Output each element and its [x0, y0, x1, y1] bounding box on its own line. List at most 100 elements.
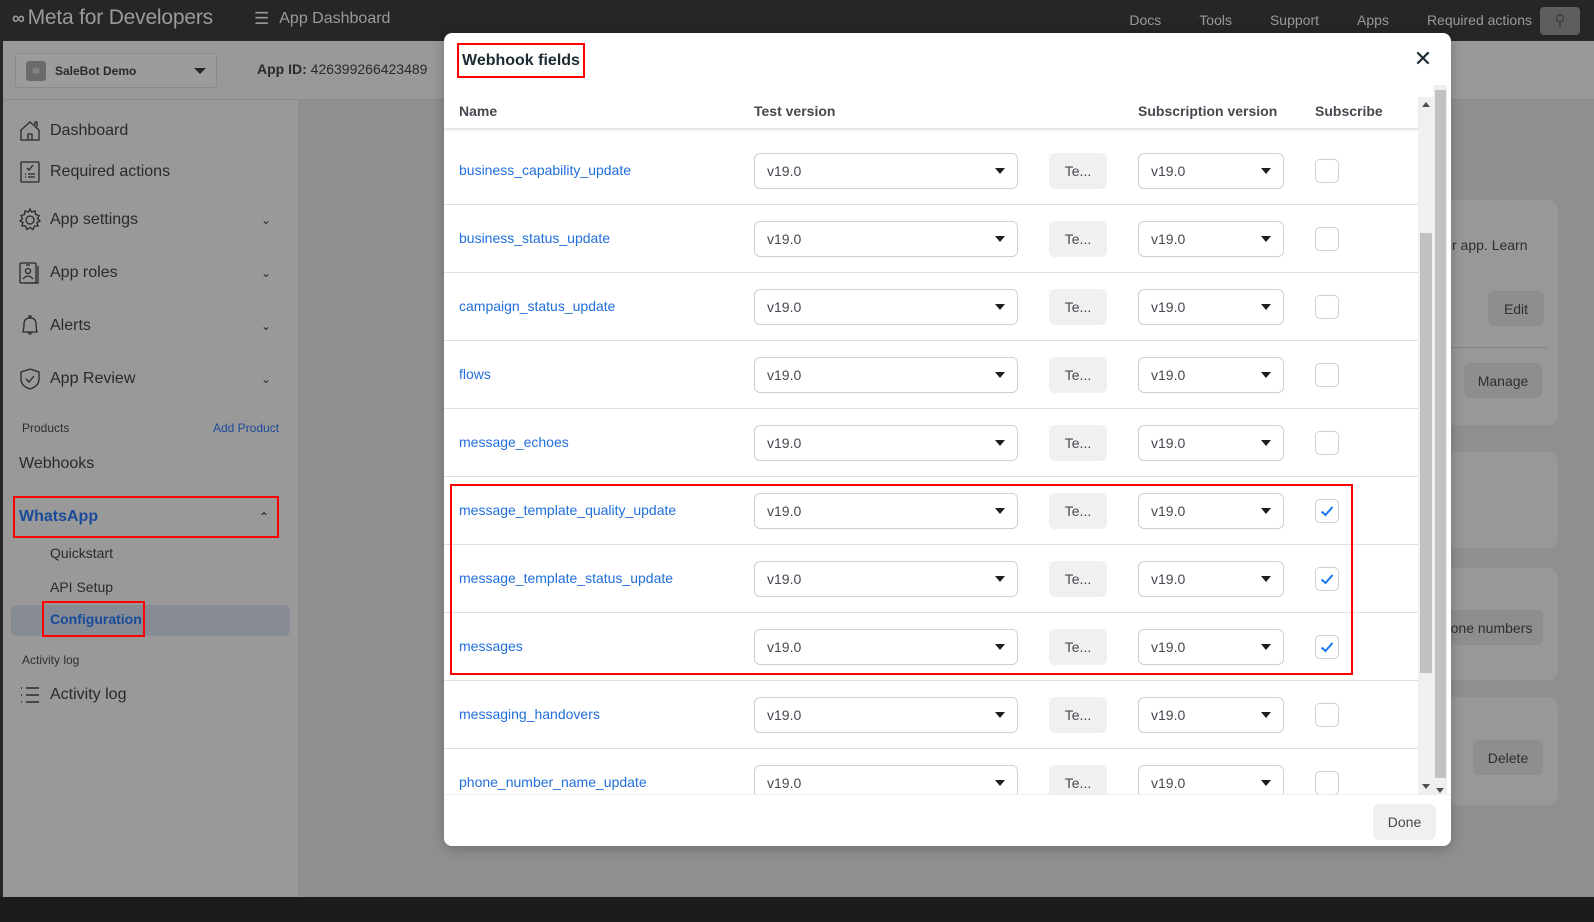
test-version-select[interactable]: v19.0 [754, 493, 1018, 529]
subscription-version-select[interactable]: v19.0 [1138, 357, 1284, 393]
divider [1440, 347, 1548, 348]
subscribe-checkbox[interactable] [1315, 771, 1339, 794]
subscribe-checkbox[interactable] [1315, 227, 1339, 251]
field-name-link[interactable]: messages [459, 638, 523, 654]
done-button[interactable]: Done [1373, 804, 1436, 840]
test-button[interactable]: Te... [1049, 697, 1107, 733]
sidebar-item-app-roles[interactable]: App roles ⌄ [18, 261, 273, 285]
subscription-version-select[interactable]: v19.0 [1138, 289, 1284, 325]
subscription-version-select[interactable]: v19.0 [1138, 493, 1284, 529]
subscription-version-select[interactable]: v19.0 [1138, 697, 1284, 733]
test-version-select[interactable]: v19.0 [754, 629, 1018, 665]
test-version-select[interactable]: v19.0 [754, 765, 1018, 794]
subscription-version-value: v19.0 [1151, 231, 1186, 247]
close-icon[interactable]: ✕ [1411, 47, 1435, 71]
test-button[interactable]: Te... [1049, 289, 1107, 325]
subscription-version-select[interactable]: v19.0 [1138, 765, 1284, 794]
test-button[interactable]: Te... [1049, 153, 1107, 189]
subscribe-checkbox[interactable] [1315, 431, 1339, 455]
subscribe-checkbox[interactable] [1315, 703, 1339, 727]
meta-brand-logo[interactable]: ∞ Meta for Developers [12, 6, 213, 30]
nav-docs[interactable]: Docs [1129, 12, 1161, 28]
sidebar-item-activity-log[interactable]: Activity log [18, 683, 273, 707]
scrollbar-thumb[interactable] [1420, 233, 1432, 673]
sidebar-item-required-actions[interactable]: Required actions [18, 160, 273, 184]
subscribe-checkbox-checked[interactable] [1315, 567, 1339, 591]
field-name-link[interactable]: message_template_quality_update [459, 502, 676, 518]
scroll-down-icon[interactable] [1422, 784, 1430, 789]
sidebar-subitem-configuration[interactable]: Configuration [42, 601, 145, 637]
scroll-up-icon[interactable] [1422, 102, 1430, 107]
subscription-version-select[interactable]: v19.0 [1138, 425, 1284, 461]
sidebar-item-app-review[interactable]: App Review ⌄ [18, 367, 273, 391]
test-button[interactable]: Te... [1049, 357, 1107, 393]
test-version-value: v19.0 [767, 163, 802, 179]
subscription-version-select[interactable]: v19.0 [1138, 221, 1284, 257]
sidebar-item-dashboard[interactable]: Dashboard [18, 119, 273, 143]
test-version-select[interactable]: v19.0 [754, 221, 1018, 257]
sidebar-item-webhooks[interactable]: Webhooks [19, 455, 94, 473]
subscribe-checkbox-checked[interactable] [1315, 635, 1339, 659]
add-product-link[interactable]: Add Product [213, 421, 279, 435]
test-button[interactable]: Te... [1049, 765, 1107, 794]
scrollbar-thumb[interactable] [1435, 90, 1446, 778]
column-header-test-version: Test version [754, 103, 836, 119]
sidebar-item-whatsapp[interactable]: WhatsApp ⌃ [13, 496, 279, 538]
test-button[interactable]: Te... [1049, 493, 1107, 529]
scroll-down-icon[interactable] [1436, 788, 1444, 793]
subscription-version-select[interactable]: v19.0 [1138, 629, 1284, 665]
subscribe-checkbox[interactable] [1315, 363, 1339, 387]
checkmark-icon [1320, 574, 1334, 585]
app-dashboard-menu[interactable]: ☰ App Dashboard [254, 9, 390, 29]
test-button[interactable]: Te... [1049, 629, 1107, 665]
sidebar-item-app-settings[interactable]: App settings ⌄ [18, 208, 273, 232]
nav-required-actions[interactable]: Required actions [1427, 12, 1532, 28]
caret-down-icon [1261, 304, 1271, 310]
test-version-select[interactable]: v19.0 [754, 289, 1018, 325]
manage-button[interactable]: Manage [1464, 363, 1542, 398]
sidebar-subitem-api-setup[interactable]: API Setup [50, 579, 113, 595]
chevron-up-icon: ⌃ [258, 510, 269, 524]
phone-numbers-button[interactable]: one numbers [1440, 610, 1543, 645]
webhook-field-row: messages v19.0 Te... v19.0 [444, 613, 1418, 681]
test-version-select[interactable]: v19.0 [754, 561, 1018, 597]
field-name-link[interactable]: flows [459, 366, 491, 382]
column-header-name: Name [459, 103, 498, 119]
field-name-link[interactable]: message_template_status_update [459, 570, 673, 586]
test-version-select[interactable]: v19.0 [754, 425, 1018, 461]
subscribe-checkbox-checked[interactable] [1315, 499, 1339, 523]
meta-infinity-icon: ∞ [12, 7, 25, 28]
test-version-select[interactable]: v19.0 [754, 357, 1018, 393]
app-selector[interactable]: ⚛ SaleBot Demo [15, 53, 217, 88]
table-header: Name Test version Subscription version S… [444, 95, 1418, 130]
subscription-version-select[interactable]: v19.0 [1138, 153, 1284, 189]
nav-tools[interactable]: Tools [1199, 12, 1232, 28]
sidebar-item-alerts[interactable]: Alerts ⌄ [18, 314, 273, 338]
chevron-down-icon: ⌄ [260, 266, 272, 280]
test-version-value: v19.0 [767, 231, 802, 247]
field-name-link[interactable]: phone_number_name_update [459, 774, 647, 790]
field-name-link[interactable]: message_echoes [459, 434, 569, 450]
list-scrollbar[interactable] [1418, 97, 1433, 794]
field-name-link[interactable]: business_capability_update [459, 162, 631, 178]
test-version-select[interactable]: v19.0 [754, 153, 1018, 189]
nav-apps[interactable]: Apps [1357, 12, 1389, 28]
sidebar-subitem-quickstart[interactable]: Quickstart [50, 545, 113, 561]
delete-button[interactable]: Delete [1473, 740, 1543, 775]
test-button[interactable]: Te... [1049, 425, 1107, 461]
subscription-version-value: v19.0 [1151, 571, 1186, 587]
test-button[interactable]: Te... [1049, 561, 1107, 597]
modal-scrollbar[interactable] [1433, 85, 1447, 795]
nav-support[interactable]: Support [1270, 12, 1319, 28]
test-version-select[interactable]: v19.0 [754, 697, 1018, 733]
field-name-link[interactable]: messaging_handovers [459, 706, 600, 722]
search-button[interactable]: ⚲ [1540, 7, 1580, 35]
field-name-link[interactable]: business_status_update [459, 230, 610, 246]
edit-button[interactable]: Edit [1488, 291, 1544, 326]
subscribe-checkbox[interactable] [1315, 159, 1339, 183]
subscription-version-select[interactable]: v19.0 [1138, 561, 1284, 597]
subscribe-checkbox[interactable] [1315, 295, 1339, 319]
test-version-value: v19.0 [767, 775, 802, 791]
test-button[interactable]: Te... [1049, 221, 1107, 257]
field-name-link[interactable]: campaign_status_update [459, 298, 615, 314]
